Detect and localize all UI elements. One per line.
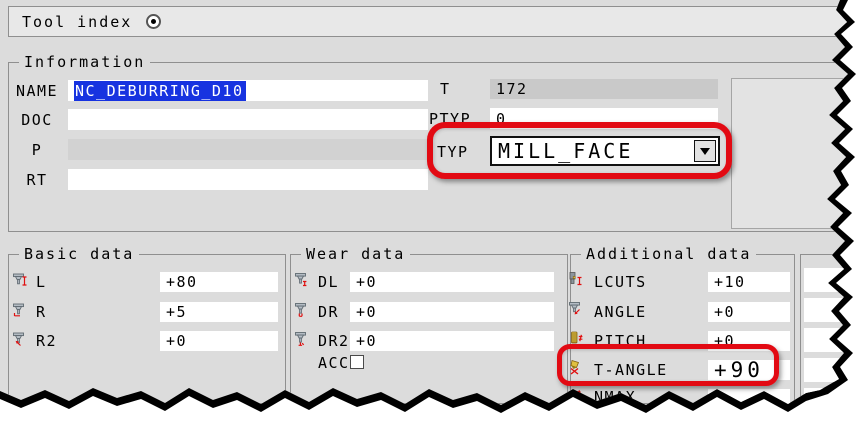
t-value-field: 172: [490, 79, 718, 99]
r-label: R: [36, 302, 96, 322]
p-label: P: [14, 139, 60, 160]
name-input[interactable]: NC_DEBURRING_D10: [68, 80, 428, 101]
acc-checkbox[interactable]: [350, 355, 364, 369]
r2-input[interactable]: +0: [160, 331, 278, 351]
name-selected-text: NC_DEBURRING_D10: [74, 81, 246, 101]
screenshot-stage: Tool index Information NAME NC_DEBURRING…: [0, 0, 864, 422]
dr-input[interactable]: +0: [350, 302, 554, 322]
additional-data-title: Additional data: [581, 245, 756, 263]
angle-label: ANGLE: [594, 302, 694, 322]
dl-input[interactable]: +0: [350, 272, 554, 292]
doc-label: DOC: [14, 109, 60, 130]
information-title: Information: [19, 53, 150, 71]
radio-dot: [151, 19, 156, 24]
tool-index-bar: Tool index: [8, 6, 854, 37]
t-label: T: [440, 79, 480, 99]
tool-length-icon: [12, 272, 28, 288]
name-label: NAME: [14, 80, 60, 101]
lcuts-input[interactable]: +10: [708, 272, 790, 292]
l-input[interactable]: +80: [160, 272, 278, 292]
tool-index-radio[interactable]: [146, 14, 161, 29]
wear-data-title: Wear data: [301, 245, 410, 263]
rt-label: RT: [14, 169, 60, 190]
cutoff-field-4: [804, 358, 862, 382]
lcuts-icon: [568, 271, 584, 287]
r-input[interactable]: +5: [160, 302, 278, 322]
acc-label: ACC: [318, 354, 378, 372]
lcuts-label: LCUTS: [594, 272, 694, 292]
angle-icon: [568, 301, 584, 317]
p-input: [68, 139, 428, 160]
tool-form: Tool index Information NAME NC_DEBURRING…: [0, 0, 864, 422]
tool-radius-icon: [12, 302, 28, 318]
typ-highlight-annotation: [427, 122, 732, 179]
l-label: L: [36, 272, 96, 292]
dr2-input[interactable]: +0: [350, 331, 554, 351]
r2-label: R2: [36, 331, 96, 351]
t-angle-highlight-annotation: [557, 344, 779, 386]
tool-index-label: Tool index: [22, 13, 132, 31]
doc-input[interactable]: [68, 109, 428, 130]
tool-preview-panel: [731, 78, 849, 229]
wear-dr-icon: [294, 302, 310, 318]
rt-input[interactable]: [68, 169, 428, 190]
wear-dl-icon: [294, 272, 310, 288]
basic-data-title: Basic data: [19, 245, 139, 263]
tool-radius2-icon: [12, 331, 28, 347]
angle-input[interactable]: +0: [708, 302, 790, 322]
wear-dr2-icon: [294, 331, 310, 347]
